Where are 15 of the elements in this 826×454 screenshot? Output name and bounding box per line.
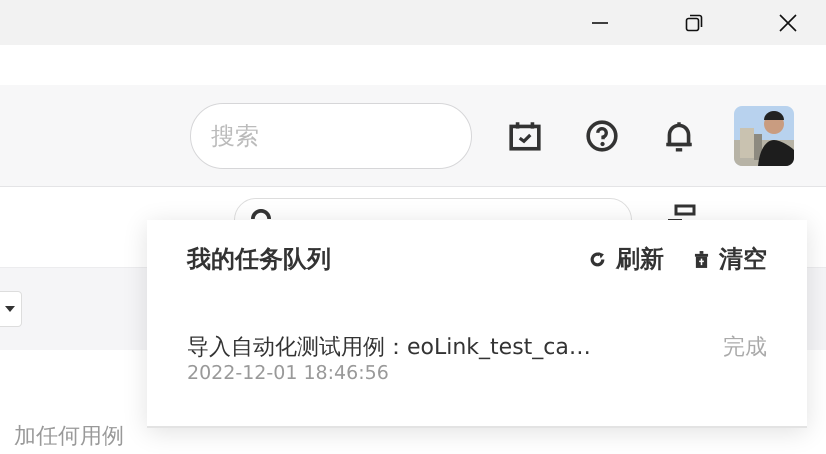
caret-icon bbox=[5, 306, 15, 312]
search-field[interactable]: 搜索 bbox=[190, 102, 472, 168]
refresh-button[interactable]: 刷新 bbox=[589, 243, 664, 275]
refresh-icon bbox=[589, 250, 606, 268]
panel-title: 我的任务队列 bbox=[187, 244, 331, 275]
clear-button[interactable]: 清空 bbox=[694, 243, 767, 275]
task-time: 2022-12-01 18:46:56 bbox=[187, 362, 389, 384]
search-icon bbox=[251, 209, 271, 219]
restore-icon[interactable] bbox=[684, 12, 704, 32]
help-icon[interactable] bbox=[585, 118, 619, 152]
task-status: 完成 bbox=[723, 334, 767, 362]
trash-icon bbox=[694, 250, 709, 268]
close-icon[interactable] bbox=[778, 12, 798, 32]
task-name: 导入自动化测试用例：eoLink_test_ca… bbox=[187, 334, 591, 362]
empty-text: 加任何用例 bbox=[14, 424, 124, 449]
